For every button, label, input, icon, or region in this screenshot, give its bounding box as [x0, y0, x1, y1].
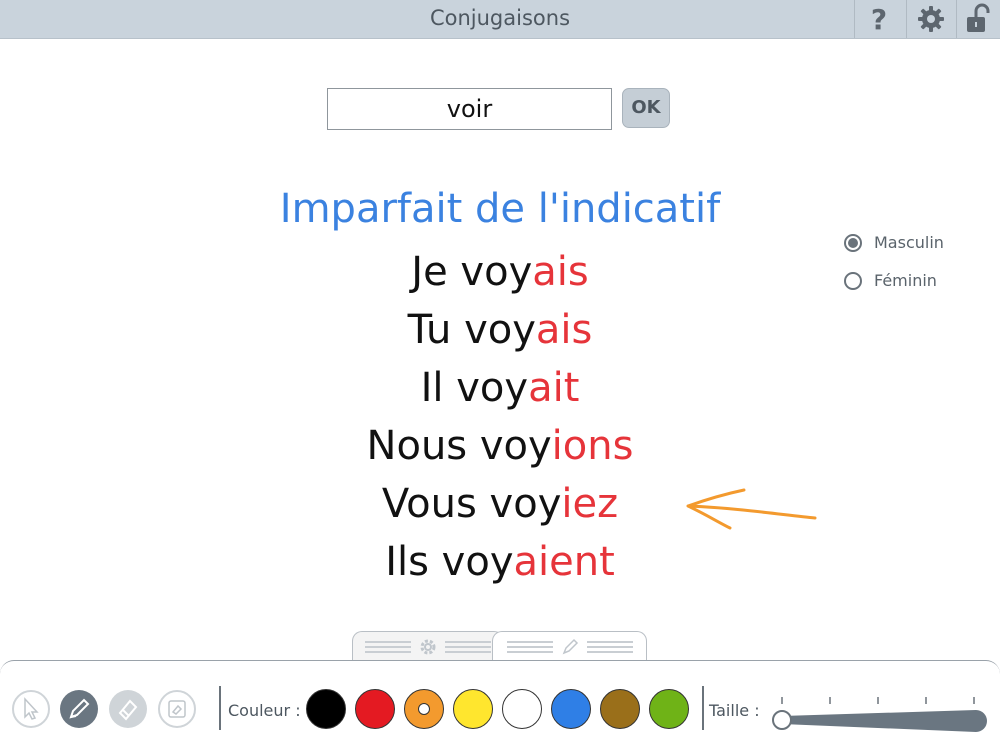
pencil-icon — [69, 698, 90, 719]
color-swatch-red[interactable] — [355, 689, 395, 729]
toolbar-separator — [702, 686, 704, 730]
size-slider[interactable] — [770, 690, 995, 735]
conjugation-ending: aient — [513, 539, 615, 585]
radio-button[interactable] — [844, 271, 862, 290]
conjugation-stem: Je voy — [411, 249, 533, 295]
toolbar-separator — [219, 686, 221, 730]
help-icon: ? — [870, 2, 888, 36]
clear-icon — [168, 700, 186, 718]
color-swatch-white[interactable] — [502, 689, 542, 729]
conjugation-ending: ais — [532, 249, 589, 295]
radio-label: Féminin — [874, 271, 937, 290]
app-title: Conjugaisons — [429, 6, 571, 30]
arrow-annotation — [686, 488, 817, 530]
conjugation-stem: Ils voy — [385, 539, 514, 585]
title-bar: Conjugaisons ? — [0, 0, 1000, 39]
conjugation-stem: Tu voy — [407, 307, 536, 353]
ok-button[interactable]: OK — [622, 88, 670, 128]
conjugation-ending: iez — [561, 481, 619, 527]
tense-title: Imparfait de l'indicatif — [279, 186, 721, 232]
conjugation-stem: Il voy — [420, 365, 529, 411]
color-label: Couleur : — [228, 701, 301, 720]
lock-button[interactable] — [956, 0, 1000, 38]
color-swatch-blue[interactable] — [551, 689, 591, 729]
eraser-icon — [118, 699, 138, 721]
gear-icon — [420, 639, 436, 654]
radio-masculin[interactable]: Masculin — [844, 233, 944, 252]
clear-tool[interactable] — [158, 690, 196, 728]
conjugation-line: Tu voyais — [0, 302, 1000, 360]
conjugation-line: Vous voyiez — [0, 476, 1000, 534]
color-swatch-black[interactable] — [306, 689, 346, 729]
conjugation-ending: ions — [551, 423, 634, 469]
conjugation-line: Nous voyions — [0, 418, 1000, 476]
unlock-icon — [967, 3, 990, 32]
conjugation-line: Ils voyaient — [0, 534, 1000, 592]
settings-button[interactable] — [906, 0, 955, 38]
conjugation-stem: Nous voy — [366, 423, 552, 469]
color-swatch-green[interactable] — [649, 689, 689, 729]
conjugation-ending: ait — [528, 365, 580, 411]
size-label: Taille : — [709, 701, 760, 720]
conjugation-line: Il voyait — [0, 360, 1000, 418]
conjugation-ending: ais — [535, 307, 593, 353]
color-swatch-orange[interactable] — [404, 689, 444, 729]
pencil-tool[interactable] — [60, 690, 98, 728]
size-slider-thumb[interactable] — [772, 710, 792, 730]
pointer-tool[interactable] — [12, 690, 50, 728]
radio-selected-dot — [848, 237, 858, 248]
radio-feminin[interactable]: Féminin — [844, 271, 937, 290]
settings-tab[interactable] — [352, 631, 504, 661]
gear-icon — [918, 6, 944, 32]
pointer-icon — [24, 697, 39, 720]
radio-label: Masculin — [874, 233, 944, 252]
radio-button[interactable] — [844, 233, 862, 252]
size-track — [782, 710, 987, 732]
conjugation-stem: Vous voy — [381, 481, 562, 527]
conjugation-list: Je voyais Tu voyais Il voyait Nous voyio… — [0, 244, 1000, 592]
help-button[interactable]: ? — [854, 0, 903, 38]
drawing-tab[interactable] — [492, 631, 647, 661]
color-swatch-brown[interactable] — [600, 689, 640, 729]
eraser-tool[interactable] — [109, 690, 147, 728]
pencil-icon — [562, 638, 578, 654]
verb-input[interactable] — [327, 88, 612, 130]
selected-color-indicator — [418, 703, 430, 715]
color-swatch-yellow[interactable] — [453, 689, 493, 729]
